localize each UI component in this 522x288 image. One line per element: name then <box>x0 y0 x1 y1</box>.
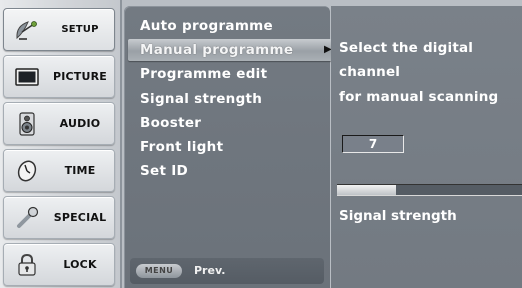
menu-item-label: Front light <box>140 139 224 155</box>
padlock-icon <box>14 253 40 277</box>
menu-item-label: Programme edit <box>140 66 268 82</box>
info-text-line: channel <box>339 64 401 80</box>
menu-item-programme-edit[interactable]: Programme edit <box>140 63 267 85</box>
channel-number-field[interactable]: 7 <box>342 135 404 153</box>
speaker-icon <box>14 112 40 136</box>
sidebar-item-setup[interactable]: SETUP <box>3 8 115 51</box>
sidebar-item-audio[interactable]: AUDIO <box>3 102 115 145</box>
sidebar-item-label: PICTURE <box>52 70 108 83</box>
menu-key-button[interactable]: MENU <box>136 264 182 278</box>
sidebar-item-label: TIME <box>64 164 96 177</box>
menu-item-auto-programme[interactable]: Auto programme <box>140 15 273 37</box>
signal-strength-fill <box>337 185 397 195</box>
signal-strength-bar <box>337 184 522 196</box>
menu-item-label: Signal strength <box>140 91 263 107</box>
clock-icon <box>14 159 40 183</box>
signal-strength-label: Signal strength <box>339 208 457 224</box>
satellite-dish-icon <box>14 18 40 42</box>
info-text-line: for manual scanning <box>339 89 499 105</box>
menu-item-signal-strength[interactable]: Signal strength <box>140 88 262 110</box>
menu-item-label: Manual programme <box>140 42 294 58</box>
sidebar-item-label: AUDIO <box>59 117 101 130</box>
sidebar-item-label: SETUP <box>61 24 99 35</box>
sidebar-item-time[interactable]: TIME <box>3 149 115 192</box>
prev-label: Prev. <box>194 264 226 277</box>
sidebar-item-special[interactable]: SPECIAL <box>3 196 115 239</box>
setup-menu-panel: Auto programme Manual programme ▶ Progra… <box>124 6 344 288</box>
menu-item-label: Set ID <box>140 163 189 179</box>
menu-item-label: Booster <box>140 115 202 131</box>
info-panel: Select the digital channel for manual sc… <box>331 6 522 288</box>
sidebar-item-label: SPECIAL <box>53 211 107 224</box>
menu-item-manual-programme[interactable]: Manual programme ▶ <box>128 39 344 61</box>
menu-item-booster[interactable]: Booster <box>140 112 201 134</box>
sidebar-item-label: LOCK <box>63 258 97 271</box>
category-sidebar: SETUP PICTURE AUDIO TIME SPECIAL LOCK <box>0 0 122 288</box>
info-text-line: Select the digital <box>339 40 474 56</box>
wrench-icon <box>14 206 40 230</box>
menu-item-front-light[interactable]: Front light <box>140 136 223 158</box>
menu-footer: MENU Prev. <box>130 258 324 284</box>
sidebar-item-picture[interactable]: PICTURE <box>3 55 115 98</box>
sidebar-item-lock[interactable]: LOCK <box>3 243 115 286</box>
monitor-icon <box>14 65 40 89</box>
menu-item-set-id[interactable]: Set ID <box>140 160 188 182</box>
menu-item-label: Auto programme <box>140 18 274 34</box>
